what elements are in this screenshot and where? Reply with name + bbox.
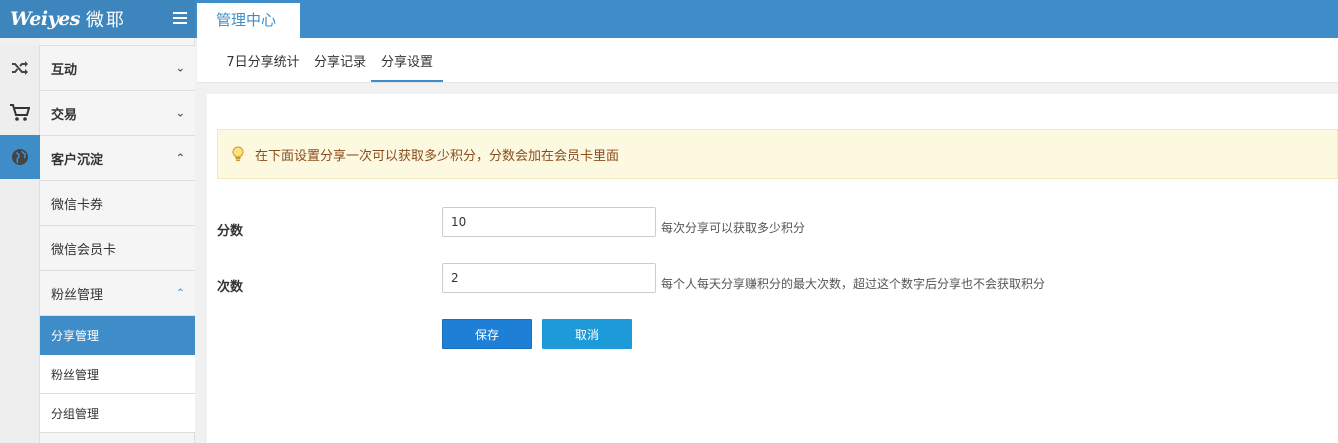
tab-7day-share-stats[interactable]: 7日分享统计 — [216, 38, 310, 82]
times-input[interactable] — [442, 263, 656, 293]
score-help: 每次分享可以获取多少积分 — [661, 221, 806, 235]
times-help: 每个人每天分享赚积分的最大次数，超过这个数字后分享也不会获取积分 — [661, 277, 1046, 291]
sidebar-group-customer[interactable]: 客户沉淀 ⌃ — [40, 136, 195, 181]
icon-strip — [0, 38, 40, 443]
sidebar-item-member-card[interactable]: 微信会员卡 — [40, 226, 195, 271]
sidebar-group-trade[interactable]: 交易 ⌄ — [40, 91, 195, 136]
chevron-up-icon: ⌃ — [175, 286, 185, 300]
shuffle-icon[interactable] — [0, 46, 40, 90]
score-label: 分数 — [217, 224, 244, 239]
sidebar-item-label: 粉丝管理 — [51, 287, 104, 303]
chevron-up-icon: ⌃ — [175, 151, 185, 165]
sidebar-subitem-fans-manage[interactable]: 粉丝管理 — [40, 355, 195, 394]
score-input[interactable] — [442, 207, 656, 237]
sidebar-group-label: 客户沉淀 — [51, 152, 104, 168]
times-label: 次数 — [217, 280, 244, 295]
logo-brand: Weiyes — [10, 8, 80, 30]
save-button[interactable]: 保存 — [442, 319, 532, 349]
alert-text: 在下面设置分享一次可以获取多少积分，分数会加在会员卡里面 — [255, 148, 620, 164]
tab-share-records[interactable]: 分享记录 — [308, 38, 372, 82]
icon-strip-top — [0, 38, 40, 45]
chevron-down-icon: ⌄ — [175, 106, 185, 120]
cancel-button[interactable]: 取消 — [542, 319, 632, 349]
sidebar-subitem-group-manage[interactable]: 分组管理 — [40, 394, 195, 433]
main-panel: 在下面设置分享一次可以获取多少积分，分数会加在会员卡里面 分数 每次分享可以获取… — [207, 94, 1338, 443]
sidebar-group-interaction[interactable]: 互动 ⌄ — [40, 46, 195, 91]
sidebar-subitem-label: 粉丝管理 — [51, 367, 100, 382]
sidebar-group-label: 互动 — [51, 62, 78, 78]
chevron-down-icon: ⌄ — [175, 61, 185, 75]
info-alert: 在下面设置分享一次可以获取多少积分，分数会加在会员卡里面 — [217, 129, 1338, 179]
sidebar-subitem-share-manage[interactable]: 分享管理 — [40, 316, 195, 355]
sub-tabs: 7日分享统计 分享记录 分享设置 — [197, 38, 1338, 83]
sidebar-item-wechat-coupon[interactable]: 微信卡券 — [40, 181, 195, 226]
sidebar-group-label: 交易 — [51, 107, 78, 123]
sidebar-subitem-label: 分组管理 — [51, 406, 100, 421]
sidebar-item-fans[interactable]: 粉丝管理 ⌃ — [40, 271, 195, 316]
sidebar-item-label: 微信会员卡 — [51, 242, 117, 258]
sidebar-item-label: 微信卡券 — [51, 197, 104, 213]
sidebar-top — [40, 38, 195, 46]
logo-brand-cn: 微耶 — [85, 10, 126, 31]
hamburger-icon[interactable] — [170, 9, 190, 29]
logo[interactable]: Weiyes 微耶 — [0, 0, 195, 38]
lightbulb-icon — [230, 145, 246, 163]
sidebar: 互动 ⌄ 交易 ⌄ 客户沉淀 ⌃ 微信卡券 微信会员卡 粉丝管理 ⌃ 分享管理 … — [40, 38, 195, 443]
top-bar: Weiyes 微耶 管理中心 — [0, 0, 1338, 38]
globe-icon[interactable] — [0, 135, 40, 179]
cart-icon[interactable] — [0, 91, 40, 135]
tab-management-center[interactable]: 管理中心 — [197, 3, 300, 38]
sidebar-subitem-label: 分享管理 — [51, 328, 100, 343]
tab-share-settings[interactable]: 分享设置 — [371, 38, 443, 82]
